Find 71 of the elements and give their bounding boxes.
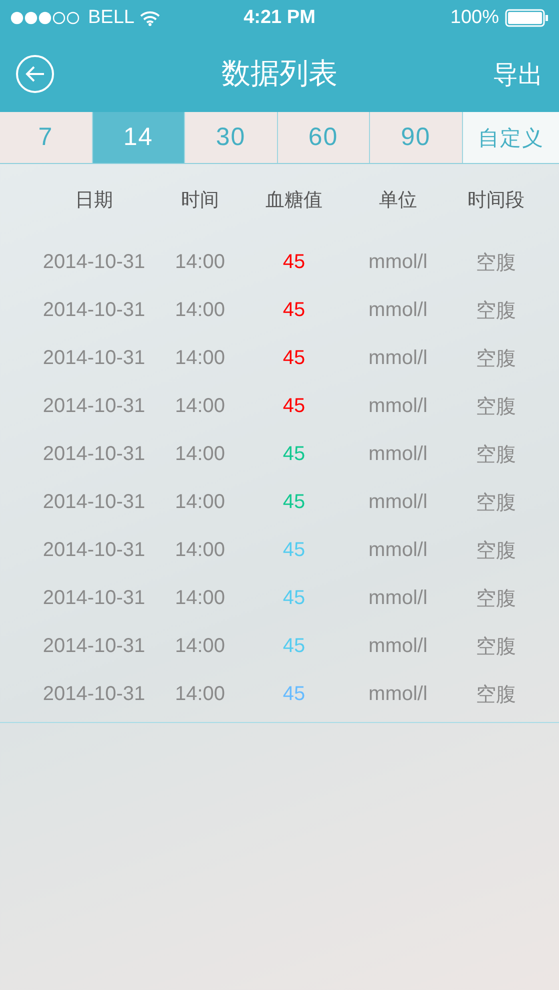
- date-cell: 2014-10-31: [42, 538, 146, 562]
- date-cell: 2014-10-31: [42, 586, 146, 610]
- date-cell: 2014-10-31: [42, 490, 146, 514]
- time-cell: 14:00: [174, 586, 226, 610]
- time-cell: 14:00: [174, 250, 226, 274]
- page-title: 数据列表: [222, 57, 338, 92]
- column-header: 时间: [181, 189, 219, 213]
- time-cell: 14:00: [174, 538, 226, 562]
- glucose-value: 45: [282, 298, 306, 322]
- period-cell-text: 空腹: [476, 490, 516, 516]
- back-button[interactable]: [16, 55, 54, 93]
- date-cell: 2014-10-31: [42, 250, 146, 274]
- glucose-value: 45: [282, 634, 306, 658]
- unit-cell: mmol/l: [368, 490, 428, 514]
- glucose-value: 45: [282, 394, 306, 418]
- glucose-value: 45: [282, 490, 306, 514]
- date-cell: 2014-10-31: [42, 298, 146, 322]
- range-tab[interactable]: 90: [370, 112, 462, 163]
- time-cell: 14:00: [174, 682, 226, 706]
- range-tab[interactable]: 7: [0, 112, 92, 163]
- time-cell: 14:00: [174, 490, 226, 514]
- unit-cell: mmol/l: [368, 394, 428, 418]
- export-button[interactable]: 导出: [493, 58, 543, 90]
- glucose-value: 45: [282, 250, 306, 274]
- wifi-icon: [140, 10, 160, 26]
- column-header: 时间段: [468, 189, 524, 213]
- period-cell-text: 空腹: [476, 682, 516, 708]
- time-cell: 14:00: [174, 298, 226, 322]
- period-cell-text: 空腹: [476, 442, 516, 468]
- range-tab[interactable]: 自定义: [462, 112, 559, 163]
- unit-cell: mmol/l: [368, 586, 428, 610]
- period-cell-text: 空腹: [476, 586, 516, 612]
- period-cell-text: 空腹: [476, 250, 516, 276]
- unit-cell: mmol/l: [368, 538, 428, 562]
- period-cell-text: 空腹: [476, 346, 516, 372]
- battery-icon: [505, 9, 549, 27]
- range-tab[interactable]: 60: [278, 112, 370, 163]
- column-header: 日期: [75, 189, 113, 213]
- period-cell-text: 空腹: [476, 298, 516, 324]
- time-cell: 14:00: [174, 394, 226, 418]
- unit-cell: mmol/l: [368, 250, 428, 274]
- battery-percent: 100%: [450, 7, 499, 29]
- signal-icon: [10, 11, 82, 25]
- period-cell-text: 空腹: [476, 538, 516, 564]
- unit-cell: mmol/l: [368, 346, 428, 370]
- glucose-value: 45: [282, 586, 306, 610]
- time-cell: 14:00: [174, 442, 226, 466]
- unit-cell: mmol/l: [368, 682, 428, 706]
- time-cell: 14:00: [174, 346, 226, 370]
- glucose-value: 45: [282, 538, 306, 562]
- unit-cell: mmol/l: [368, 298, 428, 322]
- column-header: 血糖值: [266, 189, 322, 213]
- date-cell: 2014-10-31: [42, 634, 146, 658]
- glucose-value: 45: [282, 346, 306, 370]
- unit-cell: mmol/l: [368, 634, 428, 658]
- back-arrow-icon: [24, 65, 46, 83]
- glucose-value: 45: [282, 682, 306, 706]
- date-cell: 2014-10-31: [42, 682, 146, 706]
- period-cell-text: 空腹: [476, 634, 516, 660]
- range-tab[interactable]: 14: [92, 112, 185, 163]
- unit-cell: mmol/l: [368, 442, 428, 466]
- status-time: 4:21 PM: [244, 7, 316, 29]
- period-cell-text: 空腹: [476, 394, 516, 420]
- date-cell: 2014-10-31: [42, 394, 146, 418]
- glucose-value: 45: [282, 442, 306, 466]
- range-tab[interactable]: 30: [185, 112, 278, 163]
- date-cell: 2014-10-31: [42, 346, 146, 370]
- date-cell: 2014-10-31: [42, 442, 146, 466]
- carrier-name: BELL: [88, 7, 134, 29]
- time-cell: 14:00: [174, 634, 226, 658]
- column-header: 单位: [379, 189, 417, 213]
